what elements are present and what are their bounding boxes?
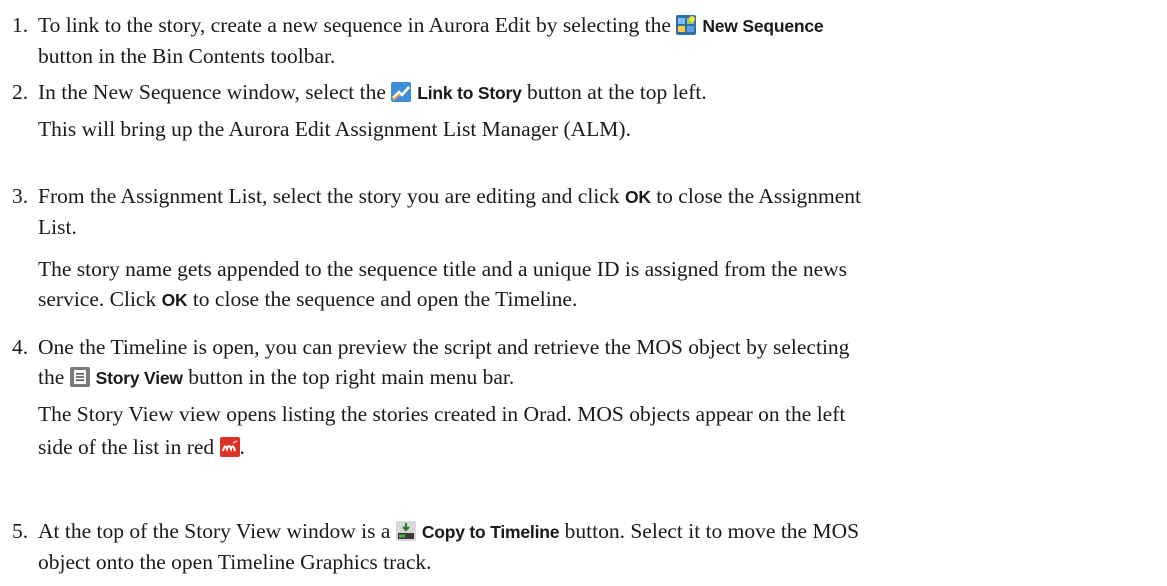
step-4: 4. One the Timeline is open, you can pre… <box>6 332 849 462</box>
step-text-line2: object onto the open Timeline Graphics t… <box>38 550 432 574</box>
step-text-segment: button in the top right main menu bar. <box>182 365 515 389</box>
step-note-line2: service. Click OK to close the sequence … <box>38 284 861 315</box>
step-text-segment: To link to the story, create a new seque… <box>38 13 677 37</box>
step-text: One the Timeline is open, you can previe… <box>38 335 850 359</box>
link-to-story-label: Link to Story <box>417 83 522 103</box>
copy-to-timeline-icon <box>395 521 416 541</box>
step-number: 4. <box>12 335 29 359</box>
link-to-story-icon <box>391 82 412 102</box>
step-number: 2. <box>12 80 29 104</box>
step-note: The Story View view opens listing the st… <box>38 402 846 426</box>
step-text-segment: to close the sequence and open the Timel… <box>187 287 578 311</box>
step-text-line2: the Story View button in the top right m… <box>38 362 849 393</box>
step-number: 1. <box>12 13 29 37</box>
step-text: To link to the story, create a new seque… <box>38 10 824 41</box>
ok-label: OK <box>161 290 188 310</box>
step-text: In the New Sequence window, select the L… <box>38 77 707 108</box>
step-note: This will bring up the Aurora Edit Assig… <box>38 117 631 141</box>
step-text-segment: button. Select it to move the MOS <box>559 519 860 543</box>
step-5: 5. At the top of the Story View window i… <box>6 516 859 577</box>
step-note: The story name gets appended to the sequ… <box>38 257 848 281</box>
mos-object-icon <box>219 437 240 457</box>
story-view-label: Story View <box>95 368 183 388</box>
step-note-line2: side of the list in red . <box>38 432 849 462</box>
new-sequence-label: New Sequence <box>702 16 824 36</box>
step-text-line2: button in the Bin Contents toolbar. <box>38 44 336 68</box>
step-text: At the top of the Story View window is a… <box>38 516 859 547</box>
step-text-segment: side of the list in red <box>38 435 220 459</box>
step-text-line2: List. <box>38 215 77 239</box>
step-1: 1. To link to the story, create a new se… <box>6 10 824 71</box>
step-2: 2. In the New Sequence window, select th… <box>6 77 707 144</box>
step-number: 5. <box>12 519 29 543</box>
story-view-icon <box>69 367 90 387</box>
ok-label: OK <box>624 187 651 207</box>
step-text-segment: From the Assignment List, select the sto… <box>38 184 625 208</box>
step-text: From the Assignment List, select the sto… <box>38 181 861 212</box>
new-sequence-icon <box>676 15 697 35</box>
step-text-segment: In the New Sequence window, select the <box>38 80 392 104</box>
copy-to-timeline-label: Copy to Timeline <box>421 522 560 542</box>
step-text-segment: At the top of the Story View window is a <box>38 519 396 543</box>
period: . <box>239 435 245 459</box>
step-3: 3. From the Assignment List, select the … <box>6 181 861 315</box>
step-text-segment: service. Click <box>38 287 162 311</box>
step-text-segment: the <box>38 365 70 389</box>
step-number: 3. <box>12 184 29 208</box>
step-text-segment: to close the Assignment <box>650 184 862 208</box>
step-text-segment: button at the top left. <box>521 80 707 104</box>
